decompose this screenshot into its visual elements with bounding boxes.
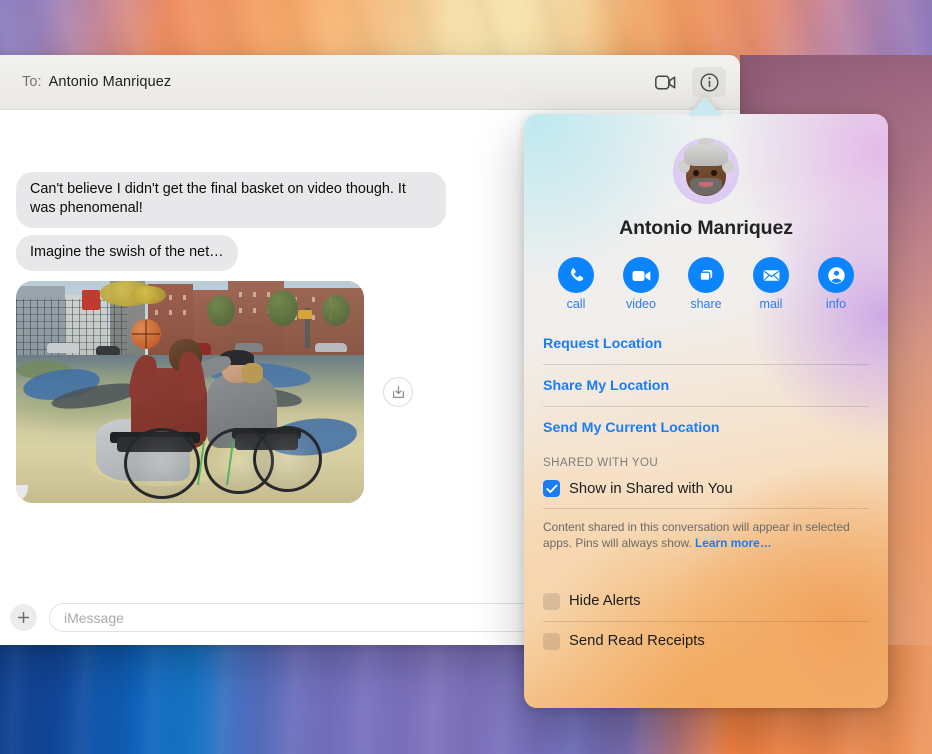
- info-icon-circle: [818, 257, 854, 293]
- to-label: To:: [22, 74, 42, 90]
- details-info-button[interactable]: [692, 67, 726, 97]
- request-location-link[interactable]: Request Location: [541, 323, 871, 364]
- send-read-receipts-row[interactable]: Send Read Receipts: [541, 622, 871, 661]
- share-action-button[interactable]: share: [678, 257, 734, 311]
- incoming-bubble[interactable]: Can't believe I didn't get the final bas…: [16, 171, 446, 228]
- share-my-location-link[interactable]: Share My Location: [541, 365, 871, 406]
- send-read-receipts-label: Send Read Receipts: [569, 633, 705, 650]
- share-icon-circle: [688, 257, 724, 293]
- photo-attachment[interactable]: [16, 281, 364, 504]
- learn-more-link[interactable]: Learn more…: [695, 536, 772, 550]
- mail-icon-circle: [753, 257, 789, 293]
- send-read-receipts-checkbox[interactable]: [543, 632, 560, 650]
- envelope-icon: [763, 269, 779, 281]
- call-action-button[interactable]: call: [548, 257, 604, 311]
- share-windows-icon: [699, 269, 712, 281]
- contact-name: Antonio Manriquez: [619, 217, 793, 239]
- hide-alerts-checkbox[interactable]: [543, 592, 560, 610]
- popover-arrow: [688, 97, 722, 116]
- info-circle-icon: [699, 72, 719, 92]
- video-action-button[interactable]: video: [613, 257, 669, 311]
- recipient-name: Antonio Manriquez: [48, 74, 172, 90]
- contact-info-popover: Antonio Manriquez call video share mail …: [524, 114, 888, 708]
- video-camera-icon: [632, 270, 650, 281]
- phone-icon: [570, 267, 583, 281]
- photo-scene: [16, 281, 364, 504]
- download-icon: [392, 385, 404, 398]
- hide-alerts-row[interactable]: Hide Alerts: [541, 582, 871, 621]
- video-action-label: video: [626, 297, 656, 311]
- plus-icon: [17, 611, 30, 624]
- show-in-shared-checkbox[interactable]: [543, 480, 560, 497]
- shared-with-you-heading: SHARED WITH YOU: [543, 457, 659, 469]
- mail-action-label: mail: [759, 297, 783, 311]
- info-action-label: info: [825, 297, 847, 311]
- avatar[interactable]: [673, 138, 739, 204]
- save-attachment-button[interactable]: [383, 377, 413, 408]
- send-current-location-link[interactable]: Send My Current Location: [541, 407, 871, 448]
- incoming-bubble[interactable]: Imagine the swish of the net…: [11, 234, 238, 272]
- call-icon-circle: [558, 257, 594, 293]
- show-in-shared-with-you-row[interactable]: Show in Shared with You: [541, 469, 871, 508]
- video-icon-circle: [623, 257, 659, 293]
- mail-action-button[interactable]: mail: [743, 257, 799, 311]
- quick-actions-row: call video share mail info: [548, 257, 864, 311]
- facetime-button[interactable]: [648, 67, 682, 97]
- share-action-label: share: [690, 297, 722, 311]
- video-camera-icon: [654, 75, 675, 89]
- conversation-header: To: Antonio Manriquez: [0, 55, 740, 110]
- info-action-button[interactable]: info: [808, 257, 864, 311]
- person-circle-icon: [827, 266, 845, 284]
- hide-alerts-label: Hide Alerts: [569, 593, 641, 610]
- call-action-label: call: [566, 297, 586, 311]
- checkmark-icon: [545, 484, 557, 493]
- shared-with-you-footnote: Content shared in this conversation will…: [541, 509, 871, 552]
- add-attachment-button[interactable]: [10, 604, 37, 631]
- show-in-shared-label: Show in Shared with You: [569, 480, 733, 497]
